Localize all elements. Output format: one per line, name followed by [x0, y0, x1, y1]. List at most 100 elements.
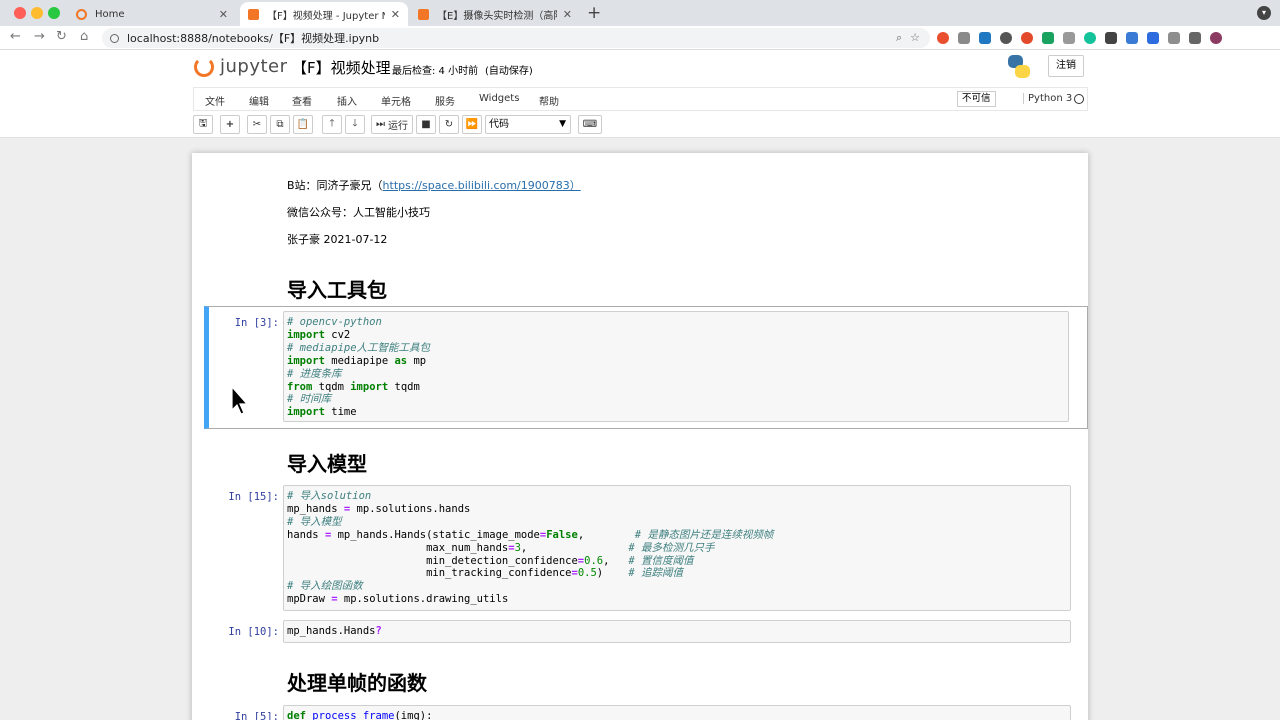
back-icon[interactable]: ← [10, 29, 21, 44]
move-up-button[interactable]: 🡑 [322, 115, 342, 134]
code-line: import cv2 [287, 328, 351, 341]
extension-icon[interactable] [1042, 32, 1054, 44]
extension-icons [937, 32, 1222, 44]
jupyter-header: jupyter 【F】视频处理 最后检查: 4 小时前 (自动保存) 注销 文件… [0, 50, 1280, 138]
extension-icon[interactable] [937, 32, 949, 44]
reload-icon[interactable]: ↻ [56, 29, 67, 44]
run-button[interactable]: ⏭ 运行 [371, 115, 413, 134]
logout-button[interactable]: 注销 [1048, 55, 1084, 77]
menu-insert[interactable]: 插入 [337, 93, 357, 108]
code-line: from tqdm import tqdm [287, 380, 420, 393]
extension-icon[interactable] [1105, 32, 1117, 44]
maximize-window-button[interactable] [48, 7, 60, 19]
menu-cell[interactable]: 单元格 [381, 93, 411, 108]
code-cell-process-frame[interactable]: In [5]: def process_frame(img): [204, 703, 1088, 720]
code-line: # 进度条库 [287, 367, 342, 380]
heading-process-frame: 处理单帧的函数 [287, 671, 427, 695]
zoom-icon[interactable]: ⌕ [896, 31, 902, 45]
code-cell-imports[interactable]: In [3]: # opencv-python import cv2 # med… [204, 306, 1088, 429]
extension-icon[interactable] [1000, 32, 1012, 44]
jupyter-favicon-icon [76, 8, 87, 20]
code-line: # opencv-python [287, 316, 382, 328]
menu-file[interactable]: 文件 [205, 93, 225, 108]
cell-prompt: In [15]: [228, 491, 279, 503]
menu-kernel[interactable]: 服务 [435, 93, 455, 108]
site-info-icon[interactable] [110, 33, 119, 43]
run-icon: ⏭ [376, 119, 385, 130]
extension-icon[interactable] [958, 32, 970, 44]
notebook-title[interactable]: 【F】视频处理 [292, 57, 391, 78]
kernel-idle-icon [1074, 94, 1084, 104]
code-line: # 时间库 [287, 393, 332, 406]
url-field[interactable]: localhost:8888/notebooks/【F】视频处理.ipynb ⌕… [102, 28, 930, 48]
url-text: localhost:8888/notebooks/【F】视频处理.ipynb [127, 32, 380, 45]
restart-button[interactable]: ↻ [439, 115, 459, 134]
minimize-window-button[interactable] [31, 7, 43, 19]
code-input[interactable]: # opencv-python import cv2 # mediapipe人工… [283, 311, 1069, 422]
home-icon[interactable]: ⌂ [80, 29, 88, 44]
close-icon[interactable]: ✕ [219, 8, 228, 21]
checkpoint-status: 最后检查: 4 小时前 [392, 66, 479, 77]
code-line: min_detection_confidence=0.6, # 置信度阈值 [287, 554, 694, 567]
tab-label: Home [95, 8, 125, 20]
run-button-label: 运行 [388, 121, 408, 132]
code-line: def process_frame(img): [287, 710, 433, 720]
save-button[interactable]: 🖫 [193, 115, 213, 134]
code-cell-help[interactable]: In [10]: mp_hands.Hands? [204, 619, 1088, 645]
intro-wechat: 微信公众号：人工智能小技巧 [287, 206, 430, 219]
profile-avatar[interactable] [1210, 32, 1222, 44]
tab-home[interactable]: Home ✕ [68, 2, 236, 26]
new-tab-button[interactable]: + [587, 4, 601, 22]
move-down-button[interactable]: 🡓 [345, 115, 365, 134]
menu-widgets[interactable]: Widgets [479, 93, 519, 104]
tab-search-icon[interactable]: ▾ [1257, 6, 1271, 20]
tab-camera-detection[interactable]: 【E】摄像头实时检测（高阶） - Jupyter Notebook ✕ [410, 2, 580, 26]
command-palette-button[interactable]: ⌨ [578, 115, 602, 134]
python-logo-icon [1008, 55, 1030, 79]
insert-cell-button[interactable]: + [220, 115, 240, 134]
restart-run-all-button[interactable]: ⏩ [462, 115, 482, 134]
intro-bilibili-prefix: B站：同济子豪兄（ [287, 179, 383, 192]
extension-icon[interactable] [1063, 32, 1075, 44]
close-icon[interactable]: ✕ [391, 8, 400, 21]
code-line: # 导入模型 [287, 515, 342, 528]
extension-icon[interactable] [979, 32, 991, 44]
jupyter-logo[interactable]: jupyter [194, 56, 288, 77]
copy-button[interactable]: ⧉ [270, 115, 290, 134]
code-line: max_num_hands=3, # 最多检测几只手 [287, 541, 715, 554]
tab-video-processing[interactable]: 【F】视频处理 - Jupyter Notebook ✕ [240, 2, 408, 26]
autosave-status: (自动保存) [485, 66, 533, 77]
intro-author-date: 张子豪 2021-07-12 [287, 233, 388, 246]
cell-type-select[interactable]: 代码 ▼ [485, 115, 571, 134]
menu-help[interactable]: 帮助 [539, 93, 559, 108]
code-input[interactable]: def process_frame(img): [283, 705, 1071, 720]
cell-prompt: In [3]: [234, 317, 279, 329]
tab-label: 【E】摄像头实时检测（高阶） - Jupyter Notebook [437, 10, 557, 22]
menu-view[interactable]: 查看 [292, 93, 312, 108]
close-window-button[interactable] [14, 7, 26, 19]
extension-icon[interactable] [1168, 32, 1180, 44]
paste-button[interactable]: 📋 [293, 115, 313, 134]
bilibili-link[interactable]: https://space.bilibili.com/1900783） [383, 179, 581, 192]
extension-icon[interactable] [1126, 32, 1138, 44]
code-line: # mediapipe人工智能工具包 [287, 341, 431, 354]
code-input[interactable]: # 导入solution mp_hands = mp.solutions.han… [283, 485, 1071, 611]
close-icon[interactable]: ✕ [563, 8, 572, 21]
code-line: mpDraw = mp.solutions.drawing_utils [287, 593, 509, 606]
code-input[interactable]: mp_hands.Hands? [283, 620, 1071, 643]
forward-icon[interactable]: → [34, 29, 45, 44]
code-cell-model[interactable]: In [15]: # 导入solution mp_hands = mp.solu… [204, 483, 1088, 613]
menu-edit[interactable]: 编辑 [249, 93, 269, 108]
extension-icon[interactable] [1084, 32, 1096, 44]
browser-tab-strip: Home ✕ 【F】视频处理 - Jupyter Notebook ✕ 【E】摄… [0, 0, 1280, 26]
extension-icon[interactable] [1021, 32, 1033, 44]
extension-icon[interactable] [1147, 32, 1159, 44]
code-line: mp_hands = mp.solutions.hands [287, 502, 471, 515]
bookmark-star-icon[interactable]: ☆ [910, 31, 920, 45]
code-line: # 导入绘图函数 [287, 580, 363, 593]
code-line: import mediapipe as mp [287, 354, 427, 367]
cut-button[interactable]: ✂ [247, 115, 267, 134]
trust-indicator[interactable]: 不可信 [957, 91, 996, 107]
interrupt-button[interactable]: ■ [416, 115, 436, 134]
extension-icon[interactable] [1189, 32, 1201, 44]
